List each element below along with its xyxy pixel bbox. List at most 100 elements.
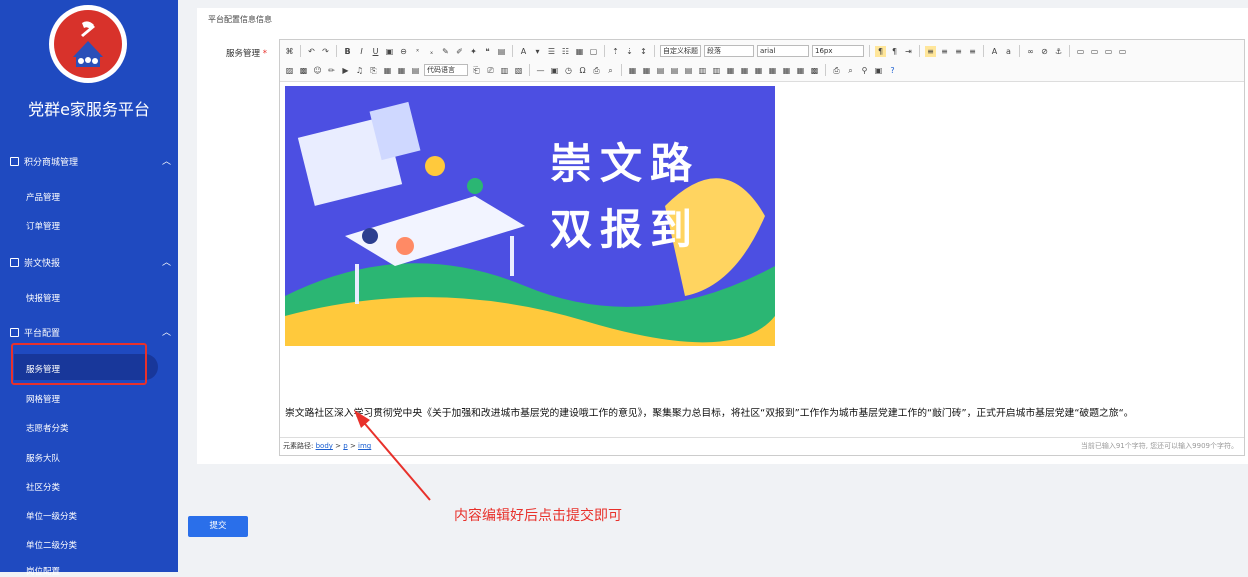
insert-row-icon[interactable]: ▤ bbox=[669, 65, 680, 76]
font-color-icon[interactable]: A bbox=[518, 46, 529, 57]
date-icon[interactable]: ▣ bbox=[549, 65, 560, 76]
quote-icon[interactable]: ❝ bbox=[482, 46, 493, 57]
italic-icon[interactable]: I bbox=[356, 46, 367, 57]
template-icon[interactable]: ⎚ bbox=[485, 65, 496, 76]
merge-down-icon[interactable]: ▦ bbox=[753, 65, 764, 76]
paste-plain-icon[interactable]: ▤ bbox=[496, 46, 507, 57]
line-height-icon[interactable]: ↕ bbox=[638, 46, 649, 57]
select-all-icon[interactable]: ▦ bbox=[574, 46, 585, 57]
scrawl-icon[interactable]: ✏ bbox=[326, 65, 337, 76]
wordimage-icon[interactable]: ▧ bbox=[513, 65, 524, 76]
menu-group-news[interactable]: 崇文快报 bbox=[10, 256, 60, 269]
preview-icon[interactable]: ⌕ bbox=[845, 65, 856, 76]
image-none-icon[interactable]: ▭ bbox=[1075, 46, 1086, 57]
to-upper-icon[interactable]: A bbox=[989, 46, 1000, 57]
ordered-list-icon[interactable]: ☰ bbox=[546, 46, 557, 57]
horizontal-rule-icon[interactable]: — bbox=[535, 65, 546, 76]
menu-item-order[interactable]: 订单管理 bbox=[26, 220, 60, 232]
music-icon[interactable]: ♫ bbox=[354, 65, 365, 76]
image-center-icon[interactable]: ▭ bbox=[1117, 46, 1128, 57]
page-break-icon[interactable]: ⎗ bbox=[471, 65, 482, 76]
align-justify-icon[interactable]: ≡ bbox=[967, 46, 978, 57]
chevron-up-icon[interactable]: ︿ bbox=[162, 255, 171, 268]
highlight-color-icon[interactable]: ▾ bbox=[532, 46, 543, 57]
search-replace-icon[interactable]: ⌕ bbox=[605, 65, 616, 76]
map-icon[interactable]: ▦ bbox=[382, 65, 393, 76]
unordered-list-icon[interactable]: ☷ bbox=[560, 46, 571, 57]
code-language-select[interactable]: 代码语言 bbox=[424, 64, 468, 76]
subscript-icon[interactable]: ₓ bbox=[426, 46, 437, 57]
custom-title-select[interactable]: 自定义标题 bbox=[660, 45, 701, 57]
row-spacing-bottom-icon[interactable]: ⇣ bbox=[624, 46, 635, 57]
underline-icon[interactable]: U bbox=[370, 46, 381, 57]
menu-item-product[interactable]: 产品管理 bbox=[26, 191, 60, 203]
path-body-link[interactable]: body bbox=[316, 442, 333, 450]
video-icon[interactable]: ▶ bbox=[340, 65, 351, 76]
link-icon[interactable]: ∞ bbox=[1025, 46, 1036, 57]
align-left-icon[interactable]: ≡ bbox=[925, 45, 936, 57]
anchor-icon[interactable]: ⚓ bbox=[1053, 46, 1064, 57]
special-char-icon[interactable]: Ω bbox=[577, 65, 588, 76]
insert-paragraph-before-icon[interactable]: ▤ bbox=[655, 65, 666, 76]
insert-image-icon[interactable]: ▨ bbox=[284, 65, 295, 76]
align-center-icon[interactable]: ≡ bbox=[939, 46, 950, 57]
strikethrough-icon[interactable]: ⊖ bbox=[398, 46, 409, 57]
bold-icon[interactable]: B bbox=[342, 46, 353, 57]
auto-format-icon[interactable]: ✦ bbox=[468, 46, 479, 57]
chevron-up-icon[interactable]: ︿ bbox=[162, 325, 171, 338]
unlink-icon[interactable]: ⊘ bbox=[1039, 46, 1050, 57]
path-img-link[interactable]: img bbox=[358, 442, 371, 450]
search-icon[interactable]: ⚲ bbox=[859, 65, 870, 76]
snapscreen-icon[interactable]: ⎙ bbox=[591, 65, 602, 76]
image-right-icon[interactable]: ▭ bbox=[1103, 46, 1114, 57]
font-size-select[interactable]: 16px bbox=[812, 45, 864, 57]
emotion-icon[interactable]: ☺ bbox=[312, 65, 323, 76]
paragraph-select[interactable]: 段落 bbox=[704, 45, 754, 57]
format-match-icon[interactable]: ✎ bbox=[440, 46, 451, 57]
time-icon[interactable]: ◷ bbox=[563, 65, 574, 76]
merge-right-icon[interactable]: ▦ bbox=[739, 65, 750, 76]
redo-icon[interactable]: ↷ bbox=[320, 46, 331, 57]
menu-item-service-brigade[interactable]: 服务大队 bbox=[26, 452, 60, 464]
row-spacing-top-icon[interactable]: ⇡ bbox=[610, 46, 621, 57]
delete-col-icon[interactable]: ▥ bbox=[711, 65, 722, 76]
undo-icon[interactable]: ↶ bbox=[306, 46, 317, 57]
multi-image-icon[interactable]: ▩ bbox=[298, 65, 309, 76]
banner-image[interactable]: 崇文路 双报到 bbox=[285, 86, 775, 346]
clear-format-icon[interactable]: ✐ bbox=[454, 46, 465, 57]
attachment-icon[interactable]: ⎘ bbox=[368, 65, 379, 76]
font-family-select[interactable]: arial bbox=[757, 45, 809, 57]
submit-button[interactable]: 提交 bbox=[188, 516, 248, 537]
delete-row-icon[interactable]: ▤ bbox=[683, 65, 694, 76]
article-text[interactable]: 崇文路社区深入学习贯彻党中央《关于加强和改进城市基层党的建设哦工作的意见》，聚集… bbox=[285, 405, 1134, 419]
menu-group-points-mall[interactable]: 积分商城管理 bbox=[10, 155, 78, 168]
menu-item-unit-level2[interactable]: 单位二级分类 bbox=[26, 539, 77, 551]
menu-item-volunteer-category[interactable]: 志愿者分类 bbox=[26, 422, 69, 434]
clear-doc-icon[interactable]: ▢ bbox=[588, 46, 599, 57]
menu-item-unit-level1[interactable]: 单位一级分类 bbox=[26, 510, 77, 522]
menu-item-news-manage[interactable]: 快报管理 bbox=[26, 292, 60, 304]
rich-text-editor[interactable]: ⌘ ↶ ↷ B I U ▣ ⊖ ˣ ₓ ✎ ✐ ✦ ❝ ▤ A ▾ ☰ ☷ ▦ bbox=[279, 39, 1245, 456]
html-source-icon[interactable]: ⌘ bbox=[284, 46, 295, 57]
drafts-icon[interactable]: ▣ bbox=[873, 65, 884, 76]
delete-table-icon[interactable]: ▦ bbox=[641, 65, 652, 76]
charts-icon[interactable]: ▩ bbox=[809, 65, 820, 76]
indent-icon[interactable]: ⇥ bbox=[903, 46, 914, 57]
print-icon[interactable]: ⎙ bbox=[831, 65, 842, 76]
align-right-icon[interactable]: ≡ bbox=[953, 46, 964, 57]
superscript-icon[interactable]: ˣ bbox=[412, 46, 423, 57]
menu-item-community-category[interactable]: 社区分类 bbox=[26, 481, 60, 493]
to-lower-icon[interactable]: a bbox=[1003, 46, 1014, 57]
background-icon[interactable]: ▥ bbox=[499, 65, 510, 76]
menu-item-grid-manage[interactable]: 网格管理 bbox=[26, 393, 60, 405]
border-icon[interactable]: ▣ bbox=[384, 46, 395, 57]
frame-icon[interactable]: ▤ bbox=[410, 65, 421, 76]
gmap-icon[interactable]: ▦ bbox=[396, 65, 407, 76]
insert-col-icon[interactable]: ▥ bbox=[697, 65, 708, 76]
path-p-link[interactable]: p bbox=[343, 442, 347, 450]
split-cols-icon[interactable]: ▦ bbox=[795, 65, 806, 76]
insert-table-icon[interactable]: ▦ bbox=[627, 65, 638, 76]
split-cells-icon[interactable]: ▦ bbox=[767, 65, 778, 76]
help-icon[interactable]: ? bbox=[887, 65, 898, 76]
image-left-icon[interactable]: ▭ bbox=[1089, 46, 1100, 57]
